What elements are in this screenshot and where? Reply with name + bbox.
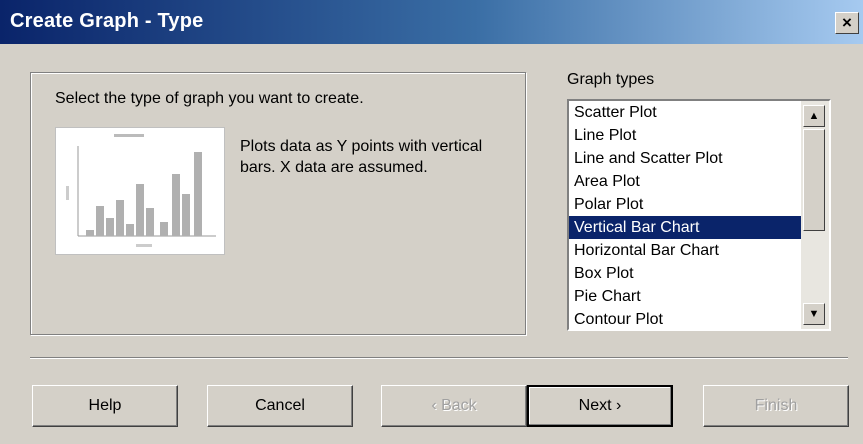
thumbnail-bar [126,224,134,236]
thumbnail-bar [106,218,114,236]
thumbnail-bar [160,222,168,236]
arrow-up-icon: ▲ [808,110,820,122]
list-item-area-plot[interactable]: Area Plot [569,170,801,193]
listbox-scrollbar[interactable]: ▲ ▼ [801,101,829,329]
thumbnail-bar [194,152,202,236]
list-item-polar-plot[interactable]: Polar Plot [569,193,801,216]
scroll-down-button[interactable]: ▼ [803,303,825,325]
separator-line [30,357,848,359]
thumbnail-x-label [136,244,152,247]
back-button[interactable]: ‹ Back [381,385,527,427]
list-item-vertical-bar-chart[interactable]: Vertical Bar Chart [569,216,801,239]
thumbnail-bar [86,230,94,236]
list-item-scatter-plot[interactable]: Scatter Plot [569,101,801,124]
cancel-button[interactable]: Cancel [207,385,353,427]
thumbnail-bar [172,174,180,236]
list-item-pie-chart[interactable]: Pie Chart [569,285,801,308]
list-item-box-plot[interactable]: Box Plot [569,262,801,285]
scrollbar-thumb[interactable] [803,129,825,231]
help-button[interactable]: Help [32,385,178,427]
window-title: Create Graph - Type [10,10,204,32]
bar-chart-thumbnail [66,134,216,247]
close-icon: × [842,13,852,32]
scroll-up-button[interactable]: ▲ [803,105,825,127]
thumbnail-bar [182,194,190,236]
thumbnail-bar [96,206,104,236]
graph-types-list: Scatter Plot Line Plot Line and Scatter Pl… [569,101,801,329]
graph-preview-image [55,127,225,255]
list-item-line-and-scatter-plot[interactable]: Line and Scatter Plot [569,147,801,170]
close-button[interactable]: × [835,12,859,34]
graph-types-label: Graph types [567,71,655,88]
graph-type-description: Plots data as Y points with vertical bar… [240,138,483,176]
list-item-horizontal-bar-chart[interactable]: Horizontal Bar Chart [569,239,801,262]
next-button[interactable]: Next › [527,385,673,427]
thumbnail-bar [136,184,144,236]
arrow-down-icon: ▼ [808,308,820,320]
graph-types-listbox[interactable]: Scatter Plot Line Plot Line and Scatter Pl… [567,99,831,331]
thumbnail-bar [116,200,124,236]
thumbnail-y-label [66,186,69,200]
title-bar: Create Graph - Type × [0,0,863,44]
instruction-text: Select the type of graph you want to cre… [55,90,364,107]
list-item-contour-plot[interactable]: Contour Plot [569,308,801,329]
thumbnail-title [114,134,144,137]
list-item-line-plot[interactable]: Line Plot [569,124,801,147]
thumbnail-bars [86,152,202,236]
thumbnail-bar [146,208,154,236]
finish-button[interactable]: Finish [703,385,849,427]
